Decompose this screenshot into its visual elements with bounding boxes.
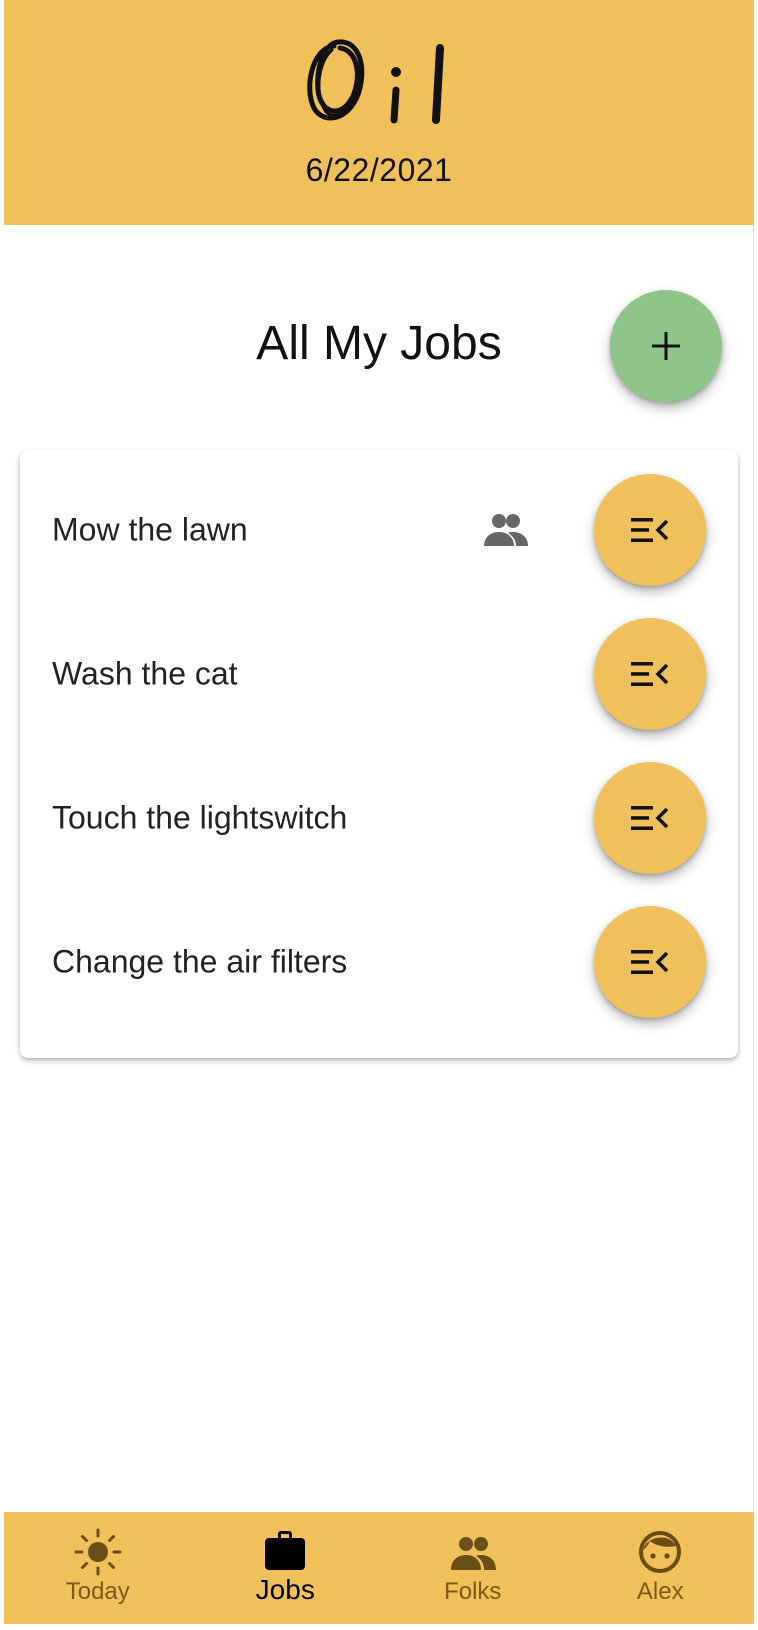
job-actions-button[interactable] <box>594 906 706 1018</box>
briefcase-icon <box>265 1531 306 1570</box>
nav-label: Today <box>65 1578 130 1605</box>
nav-label: Folks <box>444 1578 502 1605</box>
playlist-remove-icon <box>631 518 669 542</box>
list-item[interactable]: Touch the lightswitch <box>20 746 738 890</box>
face-icon <box>639 1531 682 1573</box>
plus-icon <box>652 332 680 360</box>
nav-item-folks[interactable]: Folks <box>379 1512 567 1624</box>
app-header: 6/22/2021 <box>4 0 754 225</box>
nav-label: Alex <box>636 1578 684 1605</box>
list-item[interactable]: Change the air filters <box>20 890 738 1034</box>
bottom-navigation: Today Jobs Folks Alex <box>4 1512 754 1624</box>
job-label: Touch the lightswitch <box>52 799 348 836</box>
sun-icon <box>74 1528 122 1576</box>
job-actions-button[interactable] <box>594 762 706 874</box>
current-date: 6/22/2021 <box>305 152 453 188</box>
list-item[interactable]: Wash the cat <box>20 602 738 746</box>
nav-label: Jobs <box>255 1574 315 1605</box>
job-label: Change the air filters <box>52 943 348 980</box>
job-actions-button[interactable] <box>594 474 706 586</box>
app-logo <box>307 39 444 124</box>
nav-item-alex[interactable]: Alex <box>567 1512 755 1624</box>
nav-item-jobs[interactable]: Jobs <box>192 1512 380 1624</box>
playlist-remove-icon <box>631 806 669 830</box>
app-frame: 6/22/2021 All My Jobs Mow the lawn Wash … <box>4 0 754 1624</box>
playlist-remove-icon <box>631 662 669 686</box>
playlist-remove-icon <box>631 950 669 974</box>
nav-item-today[interactable]: Today <box>4 1512 192 1624</box>
job-actions-button[interactable] <box>594 618 706 730</box>
list-item[interactable]: Mow the lawn <box>20 458 738 602</box>
job-label: Wash the cat <box>52 655 238 692</box>
job-label: Mow the lawn <box>52 511 248 548</box>
people-icon <box>450 1537 496 1570</box>
people-icon <box>484 514 528 546</box>
jobs-list-card: Mow the lawn Wash the cat Touch the ligh… <box>20 450 738 1058</box>
add-job-button[interactable] <box>610 290 722 402</box>
